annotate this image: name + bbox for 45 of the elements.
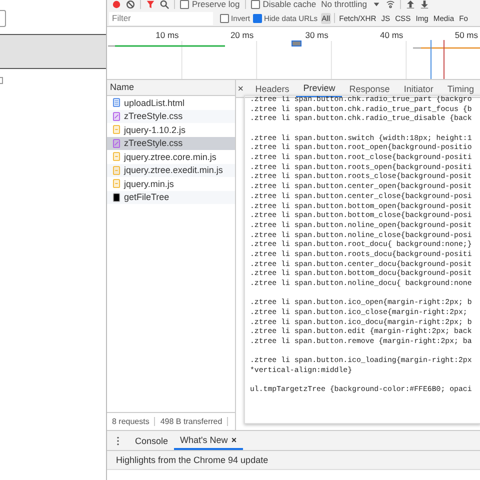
detail-tab[interactable]: Preview: [296, 80, 342, 97]
detail-tab[interactable]: Response: [342, 80, 397, 97]
file-icon: [113, 98, 120, 108]
drawer-tab[interactable]: Console: [129, 431, 174, 450]
timeline-tick-label: 30 ms: [305, 30, 328, 40]
file-icon: [113, 166, 120, 175]
detail-tab[interactable]: Initiator: [396, 80, 440, 97]
file-icon: [113, 192, 120, 202]
more-options-icon[interactable]: [116, 436, 120, 446]
request-row[interactable]: jquery-1.10.2.js: [107, 123, 235, 136]
file-icon: [113, 179, 120, 188]
summary-text: 8 requests: [107, 417, 156, 426]
timeline-tick-label: 10 ms: [156, 30, 179, 40]
request-row[interactable]: jquery.min.js: [107, 177, 235, 190]
throttling-dropdown[interactable]: No throttling: [321, 0, 367, 9]
file-icon: [113, 152, 120, 162]
detail-tab[interactable]: Timing: [440, 80, 480, 97]
request-row[interactable]: getFileTree: [107, 190, 235, 204]
timeline-tick-label: 50 ms: [454, 30, 478, 40]
close-icon[interactable]: [230, 436, 237, 442]
whats-new-headline: Highlights from the Chrome 94 update: [107, 451, 480, 470]
file-icon: [113, 112, 120, 121]
page-input-outline: [0, 77, 3, 84]
disable-cache-checkbox[interactable]: Disable cache: [250, 0, 316, 9]
file-icon: [113, 138, 120, 148]
name-column-header[interactable]: Name: [107, 80, 235, 96]
detail-tab[interactable]: Headers: [248, 80, 296, 97]
request-row[interactable]: uploadList.html: [107, 96, 235, 110]
upload-icon[interactable]: [406, 0, 415, 8]
preserve-log-checkbox[interactable]: Preserve log: [180, 0, 240, 9]
search-icon[interactable]: [160, 0, 169, 8]
request-row[interactable]: jquery.ztree.exedit.min.js: [107, 164, 235, 177]
timeline-tick-label: 40 ms: [380, 30, 404, 40]
timeline-tick-label: 20 ms: [230, 30, 254, 40]
record-icon[interactable]: [112, 0, 121, 8]
download-icon[interactable]: [420, 0, 429, 8]
filter-field[interactable]: Filter: [109, 12, 213, 24]
request-row[interactable]: jquery.ztree.core.min.js: [107, 150, 235, 164]
close-icon[interactable]: [238, 85, 244, 92]
request-row[interactable]: zTreeStyle.css: [107, 136, 235, 150]
request-row[interactable]: zTreeStyle.css: [107, 110, 235, 123]
clear-icon[interactable]: [126, 0, 135, 8]
file-icon: [113, 125, 120, 134]
network-conditions-icon[interactable]: [386, 0, 395, 8]
summary-text: 498 B transferred: [155, 417, 228, 426]
